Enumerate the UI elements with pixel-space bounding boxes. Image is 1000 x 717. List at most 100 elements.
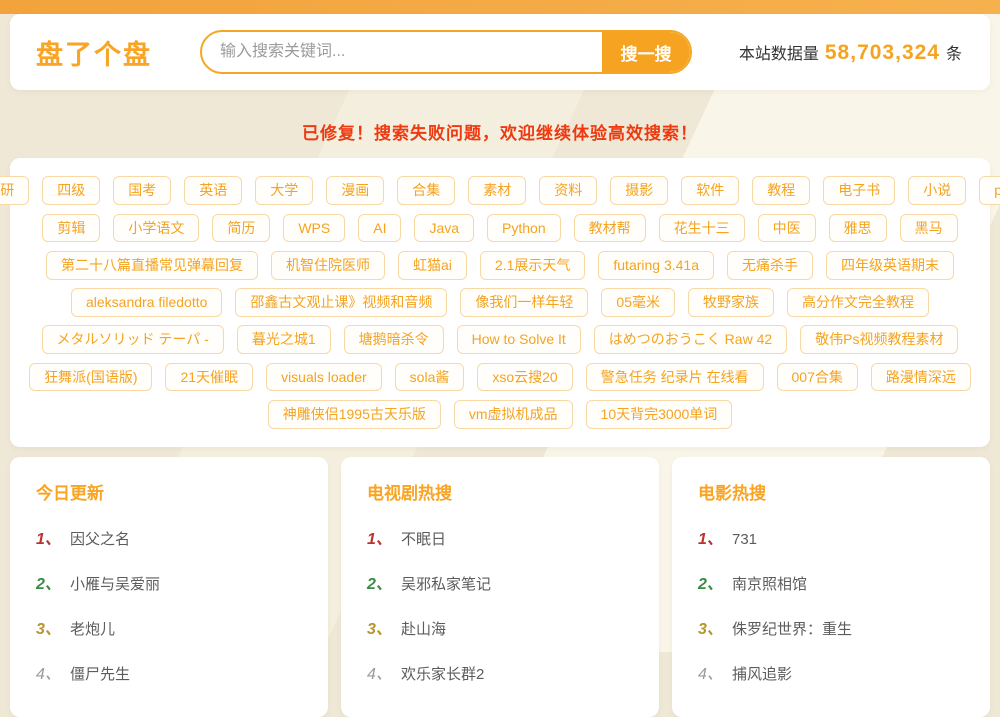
tag[interactable]: 合集 <box>397 176 455 205</box>
tag[interactable]: visuals loader <box>266 363 382 392</box>
list-item[interactable]: 2、南京照相馆 <box>698 570 964 594</box>
tag[interactable]: AI <box>358 214 401 243</box>
list-item[interactable]: 3、老炮儿 <box>36 615 302 639</box>
tag[interactable]: メタルソリッド テーパ - <box>42 325 224 354</box>
tag[interactable]: 大学 <box>255 176 313 205</box>
tag[interactable]: 警急任务 纪录片 在线看 <box>586 363 764 392</box>
tag[interactable]: futaring 3.41a <box>598 251 714 280</box>
tag[interactable]: 10天背完3000单词 <box>586 400 733 429</box>
tag[interactable]: 邵鑫古文观止课》视频和音频 <box>235 288 447 317</box>
tag[interactable]: Python <box>487 214 561 243</box>
tag[interactable]: 牧野家族 <box>688 288 774 317</box>
tag[interactable]: 05毫米 <box>601 288 675 317</box>
tag[interactable]: ppt <box>979 176 1000 205</box>
rank-number: 1、 <box>367 525 401 549</box>
tag[interactable]: 21天催眠 <box>165 363 253 392</box>
tag[interactable]: 塘鹅暗杀令 <box>344 325 444 354</box>
search-bar: 搜一搜 <box>200 30 692 74</box>
rank-number: 4、 <box>698 660 732 684</box>
list-item[interactable]: 2、吴邪私家笔记 <box>367 570 633 594</box>
tag[interactable]: 软件 <box>681 176 739 205</box>
column-movie-hot: 电影热搜 1、731 2、南京照相馆 3、侏罗纪世界：重生 4、捕风追影 <box>672 457 990 717</box>
tag[interactable]: 小学语文 <box>113 214 199 243</box>
list-item[interactable]: 1、因父之名 <box>36 525 302 549</box>
tag[interactable]: WPS <box>283 214 345 243</box>
tag[interactable]: はめつのおうこく Raw 42 <box>594 325 787 354</box>
item-title: 侏罗纪世界：重生 <box>732 618 852 639</box>
tag[interactable]: 漫画 <box>326 176 384 205</box>
tag-row: aleksandra filedotto 邵鑫古文观止课》视频和音频像我们一样年轻… <box>40 288 960 317</box>
tag[interactable]: 四年级英语期末 <box>826 251 954 280</box>
list-item[interactable]: 2、小雁与吴爱丽 <box>36 570 302 594</box>
tag[interactable]: 暮光之城1 <box>237 325 331 354</box>
tag[interactable]: 电子书 <box>823 176 895 205</box>
tag[interactable]: 像我们一样年轻 <box>460 288 588 317</box>
tag[interactable]: 第二十八篇直播常见弹幕回复 <box>46 251 258 280</box>
column-today-updates: 今日更新 1、因父之名 2、小雁与吴爱丽 3、老炮儿 4、僵尸先生 <box>10 457 328 717</box>
list-item[interactable]: 4、欢乐家长群2 <box>367 660 633 684</box>
tag[interactable]: 素材 <box>468 176 526 205</box>
tag[interactable]: 无痛杀手 <box>727 251 813 280</box>
tag[interactable]: vm虚拟机成品 <box>454 400 573 429</box>
tag[interactable]: 剪辑 <box>42 214 100 243</box>
list-item[interactable]: 4、捕风追影 <box>698 660 964 684</box>
tag[interactable]: 教程 <box>752 176 810 205</box>
tag[interactable]: sola酱 <box>395 363 465 392</box>
tag[interactable]: 花生十三 <box>659 214 745 243</box>
rank-number: 2、 <box>367 570 401 594</box>
site-logo: 盘了个盘 <box>36 33 152 72</box>
stats-prefix: 本站数据量 <box>739 40 819 64</box>
rank-number: 3、 <box>367 615 401 639</box>
list-item[interactable]: 1、731 <box>698 525 964 549</box>
tag[interactable]: 四级 <box>42 176 100 205</box>
list-item[interactable]: 4、僵尸先生 <box>36 660 302 684</box>
tag[interactable]: 小说 <box>908 176 966 205</box>
tag[interactable]: 简历 <box>212 214 270 243</box>
tag[interactable]: 摄影 <box>610 176 668 205</box>
tag[interactable]: 2.1展示天气 <box>480 251 585 280</box>
tag[interactable]: 敬伟Ps视频教程素材 <box>800 325 958 354</box>
tag[interactable]: 神雕侠侣1995古天乐版 <box>268 400 441 429</box>
tag[interactable]: 国考 <box>113 176 171 205</box>
list-item[interactable]: 1、不眠日 <box>367 525 633 549</box>
column-tv-hot: 电视剧热搜 1、不眠日2、吴邪私家笔记3、赴山海4、欢乐家长群2 <box>341 457 659 717</box>
tag[interactable]: 路漫情深远 <box>871 363 971 392</box>
tag[interactable]: 007合集 <box>777 363 858 392</box>
tag[interactable]: 黑马 <box>900 214 958 243</box>
tag[interactable]: How to Solve It <box>457 325 581 354</box>
rank-number: 1、 <box>698 525 732 549</box>
list-item[interactable]: 3、侏罗纪世界：重生 <box>698 615 964 639</box>
tag[interactable]: 虹猫ai <box>398 251 467 280</box>
tag-row: 第二十八篇直播常见弹幕回复机智住院医师虹猫ai 2.1展示天气 futaring 3… <box>40 251 960 280</box>
tag[interactable]: 教材帮 <box>574 214 646 243</box>
tag[interactable]: xso云搜20 <box>477 363 572 392</box>
rank-number: 4、 <box>36 660 70 684</box>
search-button[interactable]: 搜一搜 <box>602 32 690 72</box>
tag[interactable]: aleksandra filedotto <box>71 288 222 317</box>
search-input[interactable] <box>202 32 602 72</box>
tag[interactable]: 雅思 <box>829 214 887 243</box>
column-title: 今日更新 <box>36 479 302 504</box>
rank-list: 1、731 2、南京照相馆 3、侏罗纪世界：重生 4、捕风追影 <box>698 525 964 684</box>
tag-row: メタルソリッド テーパ - 暮光之城1 塘鹅暗杀令 How to Solve It はめ… <box>40 325 960 354</box>
tag[interactable]: 机智住院医师 <box>271 251 385 280</box>
site-stats: 本站数据量 58,703,324 条 <box>739 40 962 65</box>
tag[interactable]: 考研 <box>0 176 29 205</box>
item-title: 欢乐家长群2 <box>401 663 484 684</box>
tag-row: 考研四级国考英语大学漫画合集素材资料摄影软件教程电子书小说ppt <box>40 176 960 205</box>
tag[interactable]: 狂舞派(国语版) <box>29 363 152 392</box>
list-item[interactable]: 3、赴山海 <box>367 615 633 639</box>
tag[interactable]: 中医 <box>758 214 816 243</box>
tag[interactable]: 资料 <box>539 176 597 205</box>
tag[interactable]: 高分作文完全教程 <box>787 288 929 317</box>
tag-row: 剪辑小学语文简历 WPS AI Java Python 教材帮花生十三中医雅思黑马 <box>40 214 960 243</box>
tag[interactable]: 英语 <box>184 176 242 205</box>
item-title: 赴山海 <box>401 618 446 639</box>
rank-list: 1、因父之名 2、小雁与吴爱丽 3、老炮儿 4、僵尸先生 <box>36 525 302 684</box>
tag[interactable]: Java <box>414 214 474 243</box>
rank-number: 3、 <box>698 615 732 639</box>
item-title: 小雁与吴爱丽 <box>70 573 160 594</box>
column-title: 电影热搜 <box>698 479 964 504</box>
hot-tags-card: 考研四级国考英语大学漫画合集素材资料摄影软件教程电子书小说ppt 剪辑小学语文简历… <box>10 158 990 447</box>
rank-number: 2、 <box>36 570 70 594</box>
